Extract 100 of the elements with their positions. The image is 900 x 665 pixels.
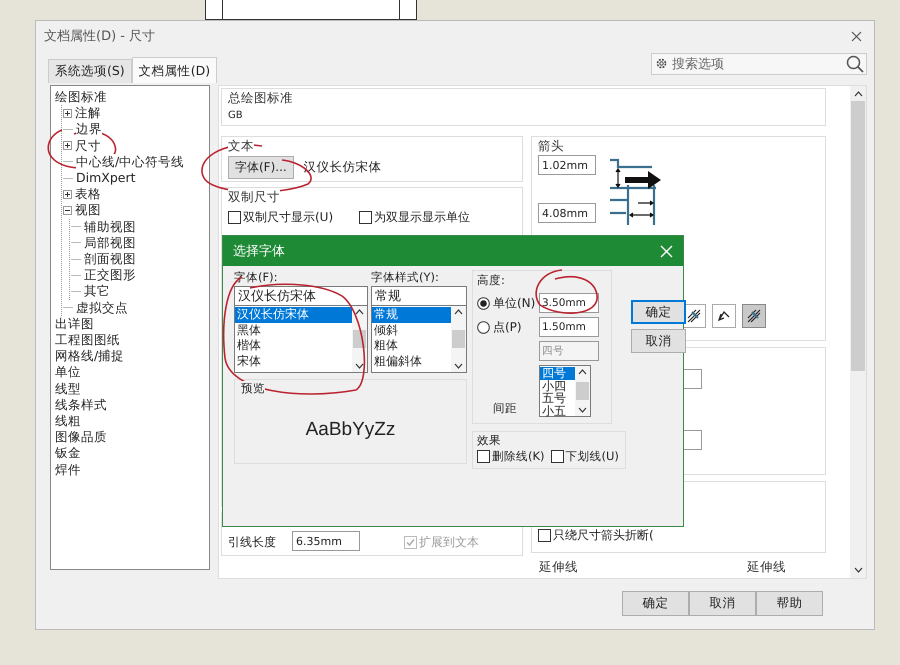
- expand-icon[interactable]: [63, 108, 72, 118]
- scrollbar[interactable]: [575, 366, 590, 416]
- scroll-down-icon[interactable]: [578, 407, 587, 413]
- checkbox-label: 删除线(K): [492, 449, 545, 464]
- field-label: 字体样式(Y):: [371, 270, 440, 286]
- input-field[interactable]: 6.35mm: [292, 531, 360, 551]
- input-field[interactable]: 1.02mm: [538, 155, 596, 175]
- list-item[interactable]: 粗偏斜体: [372, 354, 451, 369]
- scrollbar[interactable]: [451, 306, 466, 372]
- tree-item[interactable]: 表格: [75, 186, 101, 202]
- hatch-icon: [686, 308, 702, 324]
- search-icon[interactable]: [846, 55, 864, 73]
- input-field[interactable]: 汉仪长仿宋体: [234, 286, 368, 306]
- radio-option[interactable]: 单位(N): [477, 294, 539, 312]
- field-label: 引线长度: [228, 534, 276, 551]
- close-icon[interactable]: [851, 30, 862, 42]
- list-item[interactable]: 四号: [540, 367, 575, 380]
- group-title: 双制尺寸: [228, 189, 280, 206]
- tree-item[interactable]: 单位: [55, 364, 81, 381]
- scroll-up-icon[interactable]: [454, 309, 463, 315]
- arrow-style-button[interactable]: [742, 304, 766, 328]
- tree-item[interactable]: 工程图图纸: [55, 332, 120, 348]
- scrollbar[interactable]: [352, 306, 367, 372]
- dialog-button[interactable]: 帮助: [756, 590, 823, 616]
- hatch-icon: [746, 308, 762, 324]
- radio-button[interactable]: [477, 296, 490, 310]
- input-field[interactable]: 4.08mm: [538, 203, 596, 223]
- checkbox[interactable]: [477, 450, 490, 463]
- dialog-button[interactable]: 取消: [631, 329, 686, 353]
- group-title: 延伸线: [539, 559, 578, 576]
- list-item[interactable]: 宋体: [235, 354, 352, 369]
- search-field[interactable]: 搜索选项: [651, 53, 867, 75]
- collapse-icon[interactable]: [63, 206, 72, 216]
- group-title: 预览: [241, 381, 265, 397]
- font-button[interactable]: 字体(F)...: [228, 156, 294, 179]
- radio-option[interactable]: 点(P): [477, 318, 539, 336]
- tree-item[interactable]: 焊件: [55, 462, 81, 478]
- checkbox[interactable]: [550, 450, 564, 463]
- checkbox-label: 只绕尺寸箭头折断(: [553, 527, 654, 544]
- scroll-thumb[interactable]: [576, 382, 589, 400]
- scrollbar[interactable]: [850, 86, 866, 578]
- tree-item[interactable]: 辅助视图: [84, 218, 136, 235]
- expand-icon[interactable]: [63, 190, 72, 199]
- scroll-up-icon[interactable]: [854, 91, 862, 97]
- checkbox[interactable]: [538, 529, 551, 542]
- list-item[interactable]: 五号: [540, 392, 575, 405]
- scroll-up-icon[interactable]: [355, 309, 364, 315]
- tree-item[interactable]: 线条样式: [55, 396, 107, 414]
- tree-item[interactable]: 注解: [75, 105, 101, 122]
- checkbox[interactable]: [359, 211, 372, 224]
- list-item[interactable]: 汉仪长仿宋体: [235, 307, 352, 322]
- list-item[interactable]: 常规: [372, 307, 451, 322]
- expand-icon[interactable]: [63, 141, 72, 150]
- dialog-button[interactable]: 确定: [631, 300, 686, 324]
- list-item[interactable]: 黑体: [235, 322, 352, 338]
- list-item[interactable]: 粗体: [372, 338, 451, 354]
- list-item[interactable]: 小四: [540, 380, 575, 392]
- tree-item[interactable]: DimXpert: [76, 170, 136, 186]
- field-label: 间距: [492, 401, 518, 417]
- tree-item[interactable]: 局部视图: [84, 234, 136, 252]
- input-field[interactable]: 常规: [371, 286, 467, 306]
- radio-button[interactable]: [477, 320, 490, 334]
- arrow-style-button[interactable]: [712, 304, 736, 328]
- list-item[interactable]: 楷体: [235, 338, 352, 354]
- scroll-down-icon[interactable]: [355, 363, 364, 369]
- angle-icon: [716, 308, 732, 324]
- checkbox-label: 下划线(U): [566, 449, 619, 464]
- gear-icon: [655, 57, 668, 70]
- tree-item[interactable]: 虚拟交点: [76, 300, 128, 316]
- tree-item[interactable]: 图像品质: [55, 429, 107, 446]
- group-title: 箭头: [538, 138, 564, 155]
- checkbox-label: 双制尺寸显示(U): [243, 209, 334, 226]
- tree-item[interactable]: 线粗: [55, 413, 81, 430]
- tree-item[interactable]: 其它: [84, 283, 110, 300]
- scroll-up-icon[interactable]: [578, 369, 587, 375]
- tree-item[interactable]: 中心线/中心符号线: [76, 154, 184, 170]
- scroll-down-icon[interactable]: [454, 363, 463, 369]
- scroll-thumb[interactable]: [452, 330, 465, 348]
- dialog-title: 选择字体: [233, 243, 285, 260]
- input-field[interactable]: 3.50mm: [539, 293, 599, 313]
- checkbox[interactable]: [228, 211, 241, 224]
- tree-item[interactable]: 正交图形: [84, 267, 136, 284]
- dialog-button[interactable]: 取消: [689, 590, 756, 616]
- list-item[interactable]: 小五: [540, 404, 575, 418]
- tab[interactable]: 系统选项(S): [48, 59, 132, 83]
- scroll-down-icon[interactable]: [854, 567, 862, 573]
- input-field[interactable]: 1.50mm: [539, 317, 599, 337]
- tree-item[interactable]: 线型: [55, 380, 81, 397]
- tree-item[interactable]: 剖面视图: [84, 251, 136, 268]
- tree-item[interactable]: 出详图: [55, 316, 94, 332]
- window-title: 文档属性(D) - 尺寸: [44, 28, 156, 45]
- tree-item[interactable]: 尺寸: [75, 138, 101, 154]
- preview-text: AaBbYyZz: [306, 418, 396, 440]
- dialog-button[interactable]: 确定: [622, 590, 689, 616]
- tree-item[interactable]: 绘图标准: [55, 89, 107, 106]
- tree-item[interactable]: 网格线/捕捉: [55, 348, 124, 364]
- tree-item[interactable]: 边界: [76, 121, 102, 138]
- tab[interactable]: 文档属性(D): [132, 57, 218, 83]
- checkbox-label: 扩展到文本: [419, 534, 479, 551]
- list-item[interactable]: 倾斜: [372, 322, 451, 338]
